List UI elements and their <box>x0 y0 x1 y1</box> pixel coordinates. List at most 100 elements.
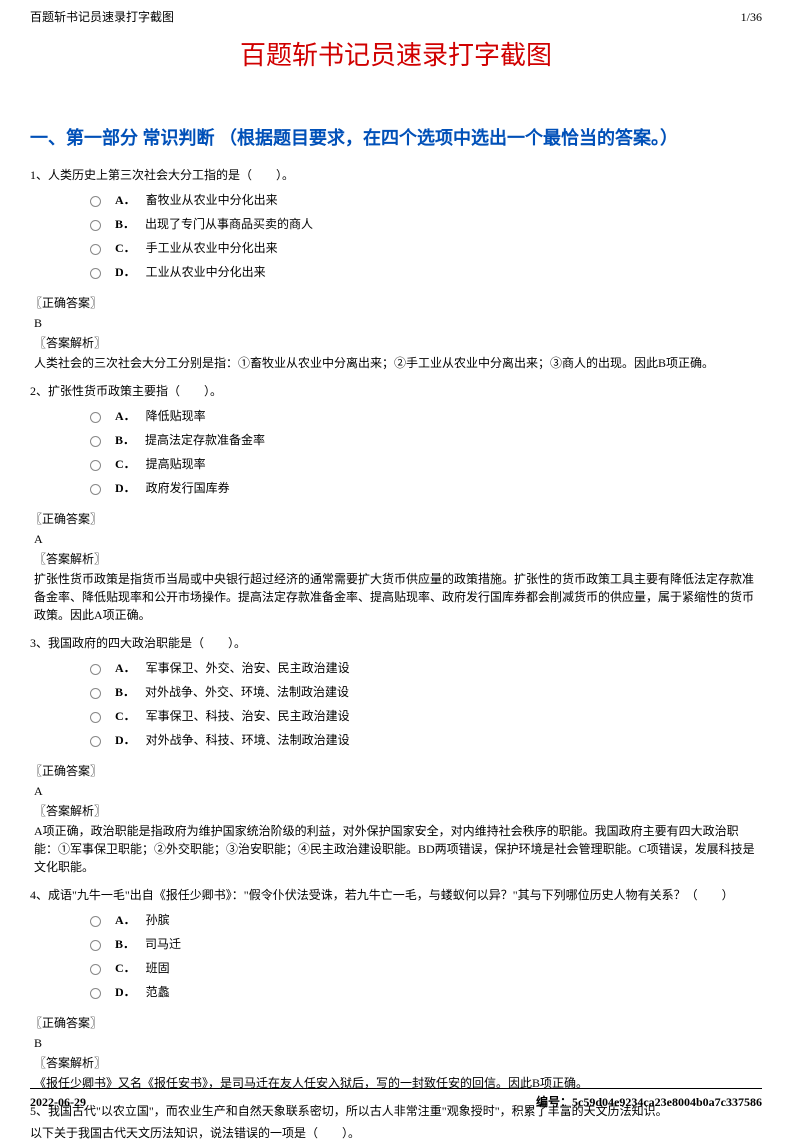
option-text: 对外战争、科技、环境、法制政治建设 <box>146 731 350 749</box>
option-label: B． <box>115 215 135 233</box>
question-stem: 1、人类历史上第三次社会大分工指的是（ ）。 <box>30 166 762 184</box>
option-row[interactable]: D． 对外战争、科技、环境、法制政治建设 <box>90 728 762 752</box>
answer-header: 〖正确答案〗 <box>30 762 762 780</box>
option-row[interactable]: D． 范蠡 <box>90 980 762 1004</box>
radio-icon[interactable] <box>90 712 101 723</box>
option-row[interactable]: A． 军事保卫、外交、治安、民主政治建设 <box>90 656 762 680</box>
answer-value: B <box>34 1034 762 1052</box>
radio-icon[interactable] <box>90 688 101 699</box>
option-text: 孙膑 <box>146 911 170 929</box>
option-row[interactable]: A． 畜牧业从农业中分化出来 <box>90 188 762 212</box>
option-label: C． <box>115 455 136 473</box>
options-group: A． 畜牧业从农业中分化出来 B． 出现了专门从事商品买卖的商人 C． 手工业从农业中分化… <box>90 188 762 284</box>
footer-date: 2022-06-29 <box>30 1093 86 1111</box>
question-block: 3、我国政府的四大政治职能是（ ）。 A． 军事保卫、外交、治安、民主政治建设 B． 对… <box>30 634 762 876</box>
radio-icon[interactable] <box>90 436 101 447</box>
radio-icon[interactable] <box>90 244 101 255</box>
answer-section: 〖正确答案〗 B 〖答案解析〗人类社会的三次社会大分工分别是指：①畜牧业从农业中分离… <box>30 294 762 372</box>
option-text: 军事保卫、科技、治安、民主政治建设 <box>146 707 350 725</box>
answer-value: B <box>34 314 762 332</box>
options-group: A． 降低贴现率 B． 提高法定存款准备金率 C． 提高贴现率 D． 政府发行国库券 <box>90 404 762 500</box>
doc-title-small: 百题斩书记员速录打字截图 <box>30 8 174 26</box>
option-label: B． <box>115 935 135 953</box>
page-indicator: 1/36 <box>741 8 762 26</box>
option-text: 提高法定存款准备金率 <box>145 431 265 449</box>
question-block: 2、扩张性货币政策主要指（ ）。 A． 降低贴现率 B． 提高法定存款准备金率 C． 提高贴… <box>30 382 762 624</box>
footer-bar: 2022-06-29 编号：5c59d04e9234ca23e8004b0a7c… <box>30 1088 762 1111</box>
option-row[interactable]: C． 手工业从农业中分化出来 <box>90 236 762 260</box>
option-label: A． <box>115 407 136 425</box>
option-text: 范蠡 <box>146 983 170 1001</box>
option-label: C． <box>115 707 136 725</box>
option-text: 畜牧业从农业中分化出来 <box>146 191 278 209</box>
explain-header: 〖答案解析〗 <box>34 802 762 820</box>
option-row[interactable]: C．班固 <box>90 956 762 980</box>
option-text: 政府发行国库券 <box>146 479 230 497</box>
option-label: D． <box>115 731 136 749</box>
option-label: C． <box>115 239 136 257</box>
answer-header: 〖正确答案〗 <box>30 510 762 528</box>
option-text: 出现了专门从事商品买卖的商人 <box>145 215 313 233</box>
option-row[interactable]: A． 降低贴现率 <box>90 404 762 428</box>
option-label: A． <box>115 191 136 209</box>
explain-text: 扩张性货币政策是指货币当局或中央银行超过经济的通常需要扩大货币供应量的政策措施。… <box>34 570 762 624</box>
question-block: 1、人类历史上第三次社会大分工指的是（ ）。 A． 畜牧业从农业中分化出来 B． 出现了… <box>30 166 762 372</box>
radio-icon[interactable] <box>90 664 101 675</box>
option-row[interactable]: A． 孙膑 <box>90 908 762 932</box>
option-row[interactable]: D． 政府发行国库券 <box>90 476 762 500</box>
option-text: 提高贴现率 <box>146 455 206 473</box>
radio-icon[interactable] <box>90 460 101 471</box>
answer-header: 〖正确答案〗 <box>30 294 762 312</box>
explain-header: 〖答案解析〗 <box>34 334 762 352</box>
option-label: B． <box>115 431 135 449</box>
option-row[interactable]: D． 工业从农业中分化出来 <box>90 260 762 284</box>
option-row[interactable]: C． 提高贴现率 <box>90 452 762 476</box>
option-text: 军事保卫、外交、治安、民主政治建设 <box>146 659 350 677</box>
question-stem: 3、我国政府的四大政治职能是（ ）。 <box>30 634 762 652</box>
option-text: 对外战争、外交、环境、法制政治建设 <box>145 683 349 701</box>
option-text: 司马迁 <box>145 935 181 953</box>
header-bar: 百题斩书记员速录打字截图 1/36 <box>30 0 762 30</box>
option-label: D． <box>115 263 136 281</box>
option-label: B． <box>115 683 135 701</box>
explain-text: A项正确，政治职能是指政府为维护国家统治阶级的利益，对外保护国家安全，对内维持社… <box>34 822 762 876</box>
option-text: 降低贴现率 <box>146 407 206 425</box>
answer-section: 〖正确答案〗B〖答案解析〗《报任少卿书》又名《报任安书》，是司马迁在友人任安入狱… <box>30 1014 762 1092</box>
radio-icon[interactable] <box>90 736 101 747</box>
question-stem: 4、成语"九牛一毛"出自《报任少卿书》："假令仆伏法受诛，若九牛亡一毛，与蝼蚁何… <box>30 886 762 904</box>
option-text: 手工业从农业中分化出来 <box>146 239 278 257</box>
option-row[interactable]: B． 提高法定存款准备金率 <box>90 428 762 452</box>
explain-header: 〖答案解析〗 <box>34 550 762 568</box>
footer-serial: 编号：5c59d04e9234ca23e8004b0a7c337586 <box>536 1093 762 1111</box>
explain-header: 〖答案解析〗 <box>34 1054 762 1072</box>
option-label: D． <box>115 983 136 1001</box>
radio-icon[interactable] <box>90 940 101 951</box>
radio-icon[interactable] <box>90 964 101 975</box>
option-row[interactable]: B． 司马迁 <box>90 932 762 956</box>
options-group: A． 军事保卫、外交、治安、民主政治建设 B． 对外战争、外交、环境、法制政治建设 C．… <box>90 656 762 752</box>
radio-icon[interactable] <box>90 196 101 207</box>
answer-value: A <box>34 782 762 800</box>
option-row[interactable]: B． 对外战争、外交、环境、法制政治建设 <box>90 680 762 704</box>
answer-value: A <box>34 530 762 548</box>
section-title: 一、第一部分 常识判断 （根据题目要求，在四个选项中选出一个最恰当的答案。） <box>30 125 762 152</box>
option-text: 工业从农业中分化出来 <box>146 263 266 281</box>
options-group: A． 孙膑 B． 司马迁 C．班固 D． 范蠡 <box>90 908 762 1004</box>
radio-icon[interactable] <box>90 268 101 279</box>
question-block: 4、成语"九牛一毛"出自《报任少卿书》："假令仆伏法受诛，若九牛亡一毛，与蝼蚁何… <box>30 886 762 1092</box>
main-title: 百题斩书记员速录打字截图 <box>30 30 762 105</box>
radio-icon[interactable] <box>90 412 101 423</box>
radio-icon[interactable] <box>90 484 101 495</box>
explain-text: 人类社会的三次社会大分工分别是指：①畜牧业从农业中分离出来；②手工业从农业中分离… <box>34 354 762 372</box>
answer-section: 〖正确答案〗 A 〖答案解析〗扩张性货币政策是指货币当局或中央银行超过经济的通常需要… <box>30 510 762 624</box>
option-label: A． <box>115 911 136 929</box>
option-label: D． <box>115 479 136 497</box>
option-label: A． <box>115 659 136 677</box>
option-row[interactable]: C． 军事保卫、科技、治安、民主政治建设 <box>90 704 762 728</box>
answer-section: 〖正确答案〗 A 〖答案解析〗 A项正确，政治职能是指政府为维护国家统治阶级的利益，对… <box>30 762 762 876</box>
question-stem: 2、扩张性货币政策主要指（ ）。 <box>30 382 762 400</box>
radio-icon[interactable] <box>90 988 101 999</box>
option-row[interactable]: B． 出现了专门从事商品买卖的商人 <box>90 212 762 236</box>
radio-icon[interactable] <box>90 220 101 231</box>
radio-icon[interactable] <box>90 916 101 927</box>
